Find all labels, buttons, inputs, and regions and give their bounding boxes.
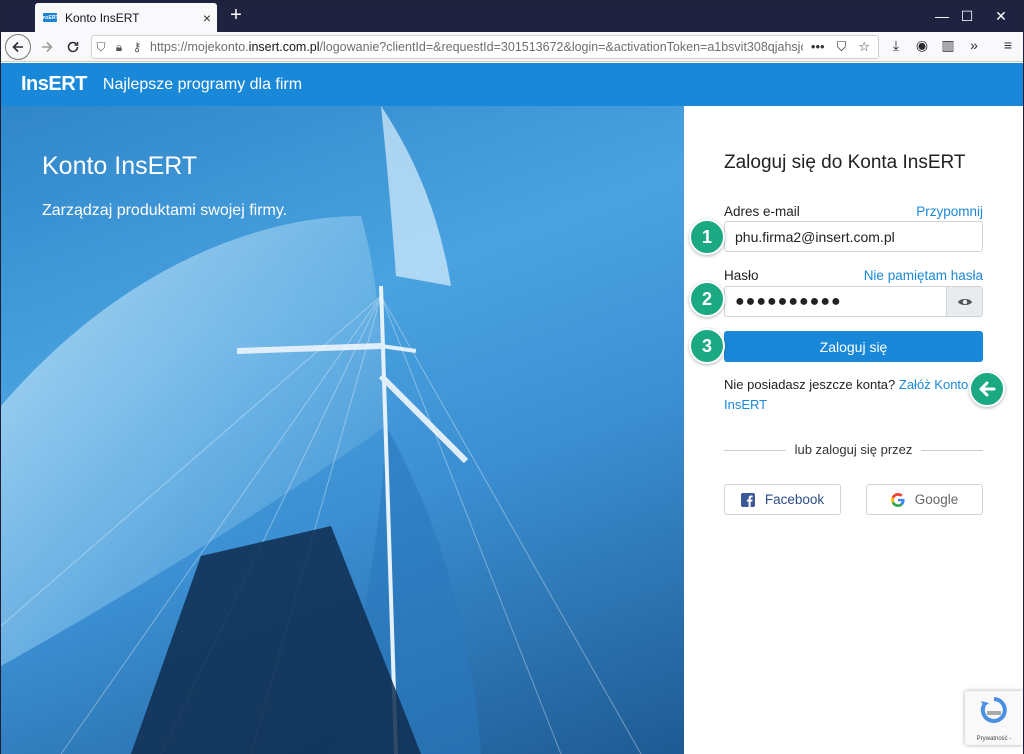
back-icon: [12, 41, 23, 53]
pocket-icon[interactable]: ⛉: [837, 39, 847, 55]
hero-subtitle: Zarządzaj produktami swojej firmy.: [42, 202, 288, 219]
step-badge-1: 1: [689, 219, 725, 255]
menu-icon[interactable]: ≡: [997, 37, 1019, 57]
reload-button[interactable]: [61, 35, 85, 59]
divider: lub zaloguj się przez: [724, 442, 983, 458]
shield-icon[interactable]: ⛉: [92, 40, 110, 55]
reload-icon: [67, 41, 79, 53]
browser-window: InsERT Konto InsERT × + — ☐ ✕ ⛉ 🔒︎ ⚷ htt…: [0, 0, 1024, 754]
nav-toolbar: ⛉ 🔒︎ ⚷ https://mojekonto.insert.com.pl/l…: [1, 32, 1023, 62]
forward-button[interactable]: [35, 35, 59, 59]
hero-image: Konto InsERT Zarządzaj produktami swojej…: [1, 106, 684, 754]
tab-bar: InsERT Konto InsERT × + — ☐ ✕: [1, 1, 1023, 32]
show-password-button[interactable]: [947, 286, 983, 317]
google-label: Google: [914, 492, 959, 507]
facebook-icon: [740, 492, 755, 507]
step-badge-3: 3: [689, 328, 725, 364]
arrow-left-icon: [969, 371, 1005, 407]
recaptcha-badge[interactable]: Prywatność -: [965, 691, 1023, 745]
insert-logo[interactable]: InsERT: [21, 73, 87, 96]
login-button[interactable]: Zaloguj się: [724, 331, 983, 362]
remind-email-link[interactable]: Przypomnij: [916, 204, 983, 219]
forward-icon: [42, 41, 53, 53]
step-badge-2: 2: [689, 281, 725, 317]
download-icon[interactable]: ⤓: [885, 37, 907, 57]
recaptcha-text[interactable]: Prywatność -: [965, 736, 1023, 742]
google-icon: [890, 492, 905, 507]
browser-tab[interactable]: InsERT Konto InsERT ×: [35, 3, 217, 32]
google-login-button[interactable]: Google: [866, 484, 983, 515]
password-label: Hasło: [724, 268, 759, 283]
password-field[interactable]: ●●●●●●●●●●: [724, 286, 947, 317]
url-text[interactable]: https://mojekonto.insert.com.pl/logowani…: [146, 40, 803, 54]
insert-favicon-icon: InsERT: [41, 13, 59, 22]
tab-title: Konto InsERT: [65, 10, 140, 25]
extension-icon[interactable]: ◉: [911, 37, 933, 57]
tab-close-icon[interactable]: ×: [197, 10, 217, 26]
page-actions-menu[interactable]: •••: [811, 39, 825, 55]
overflow-icon[interactable]: »: [963, 37, 985, 57]
forgot-password-link[interactable]: Nie pamiętam hasła: [864, 268, 983, 283]
register-prompt: Nie posiadasz jeszcze konta? Załóż Konto…: [724, 375, 974, 415]
facebook-login-button[interactable]: Facebook: [724, 484, 841, 515]
window-close-button[interactable]: ✕: [978, 1, 1024, 32]
sidebar-icon[interactable]: ▥: [937, 37, 959, 57]
site-header: InsERT Najlepsze programy dla firm: [1, 63, 1023, 106]
lock-icon[interactable]: 🔒︎: [110, 40, 128, 55]
email-label: Adres e-mail: [724, 204, 800, 219]
star-icon[interactable]: ☆: [858, 39, 870, 55]
new-tab-button[interactable]: +: [225, 5, 247, 27]
recaptcha-icon: [980, 697, 1007, 723]
no-account-text: Nie posiadasz jeszcze konta?: [724, 377, 896, 392]
back-button[interactable]: [5, 34, 31, 60]
key-icon[interactable]: ⚷: [128, 40, 146, 54]
login-panel: Zaloguj się do Konta InsERT Adres e-mail…: [684, 106, 1023, 754]
url-bar[interactable]: ⛉ 🔒︎ ⚷ https://mojekonto.insert.com.pl/l…: [91, 35, 879, 59]
site-tagline: Najlepsze programy dla firm: [102, 75, 303, 93]
facebook-label: Facebook: [764, 492, 825, 507]
eye-icon: [957, 298, 972, 305]
hero-title: Konto InsERT: [42, 152, 198, 180]
login-title: Zaloguj się do Konta InsERT: [724, 152, 966, 173]
email-field[interactable]: phu.firma2@insert.com.pl: [724, 221, 983, 252]
